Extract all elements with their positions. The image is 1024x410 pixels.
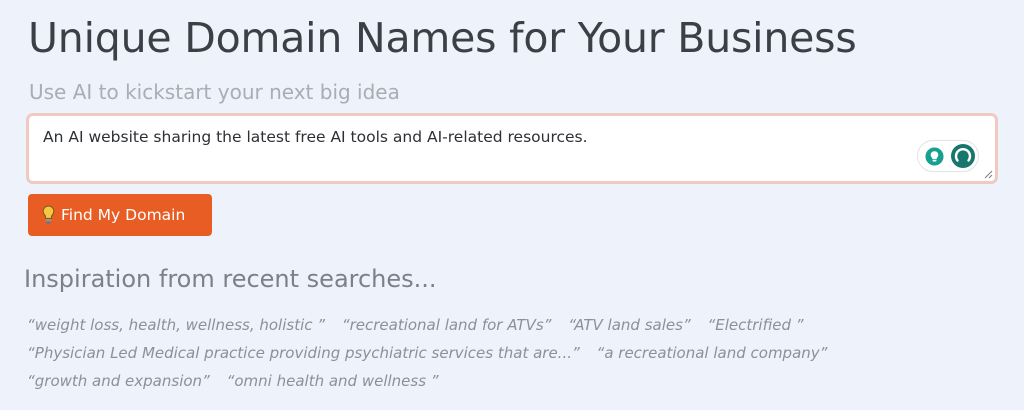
page-subtitle: Use AI to kickstart your next big idea: [29, 80, 400, 104]
recent-searches-list: “weight loss, health, wellness, holistic…: [27, 316, 987, 400]
recent-search-item[interactable]: “ATV land sales”: [568, 316, 691, 334]
recent-search-item[interactable]: “weight loss, health, wellness, holistic…: [27, 316, 325, 334]
recent-search-item[interactable]: “recreational land for ATVs”: [342, 316, 552, 334]
find-domain-button-label: Find My Domain: [61, 206, 186, 224]
recent-searches-row: “Physician Led Medical practice providin…: [27, 344, 987, 372]
grammar-check-icon[interactable]: [951, 144, 975, 168]
recent-search-item[interactable]: “Electrified ”: [707, 316, 803, 334]
recent-search-item[interactable]: “Physician Led Medical practice providin…: [27, 344, 580, 362]
lightbulb-icon: [42, 205, 55, 224]
idea-input-container: An AI website sharing the latest free AI…: [26, 113, 998, 184]
recent-searches-row: “weight loss, health, wellness, holistic…: [27, 316, 987, 344]
find-domain-button-content: Find My Domain: [42, 205, 185, 225]
page-title: Unique Domain Names for Your Business: [28, 14, 857, 62]
recent-search-item[interactable]: “omni health and wellness ”: [227, 372, 439, 390]
find-domain-button[interactable]: Find My Domain: [28, 194, 212, 236]
recent-searches-row: “growth and expansion” “omni health and …: [27, 372, 987, 400]
lightbulb-icon[interactable]: [925, 147, 944, 166]
recent-search-item[interactable]: “growth and expansion”: [27, 372, 210, 390]
writing-tools: [917, 140, 979, 172]
recent-search-item[interactable]: “a recreational land company”: [597, 344, 828, 362]
idea-input[interactable]: An AI website sharing the latest free AI…: [43, 127, 903, 167]
recent-searches-title: Inspiration from recent searches...: [24, 265, 437, 293]
resize-handle[interactable]: [984, 170, 993, 179]
